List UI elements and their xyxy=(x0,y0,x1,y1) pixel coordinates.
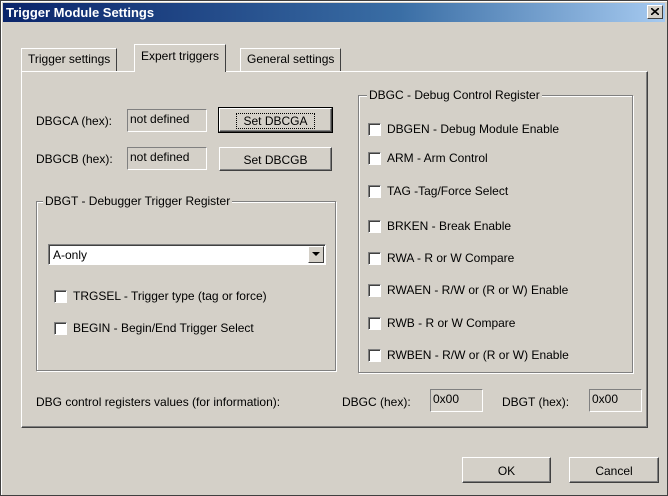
rwaen-label: RWAEN - R/W or (R or W) Enable xyxy=(387,283,569,297)
dropdown-button[interactable] xyxy=(308,246,324,263)
begin-label: BEGIN - Begin/End Trigger Select xyxy=(73,321,254,335)
dbgt-hex-value: 0x00 xyxy=(592,392,619,406)
dbgcb-value-field: not defined xyxy=(127,147,207,170)
rwb-checkbox[interactable] xyxy=(368,317,381,330)
rwben-label: RWBEN - R/W or (R or W) Enable xyxy=(387,348,569,362)
set-dbgcb-label: Set DBCGB xyxy=(243,153,308,167)
dbgc-hex-value: 0x00 xyxy=(433,392,460,406)
dbgt-groupbox xyxy=(36,201,336,371)
chevron-down-icon xyxy=(312,252,320,256)
tag-label: TAG -Tag/Force Select xyxy=(387,184,509,198)
brken-checkbox[interactable] xyxy=(368,220,381,233)
dbgcb-value: not defined xyxy=(130,150,190,164)
dialog-window: Trigger Module Settings Trigger settings… xyxy=(0,0,668,496)
tag-checkbox[interactable] xyxy=(368,185,381,198)
set-dbgca-button[interactable]: Set DBCGA xyxy=(218,107,333,133)
set-dbgca-label: Set DBCGA xyxy=(236,113,315,129)
dbgt-hex-label: DBGT (hex): xyxy=(502,395,570,409)
cancel-button[interactable]: Cancel xyxy=(569,457,659,483)
set-dbgcb-button[interactable]: Set DBCGB xyxy=(219,147,332,171)
rwb-label: RWB - R or W Compare xyxy=(387,316,516,330)
dbgc-hex-field: 0x00 xyxy=(430,389,483,412)
ok-label: OK xyxy=(497,464,516,478)
ok-button[interactable]: OK xyxy=(462,457,551,483)
dbgt-group-title: DBGT - Debugger Trigger Register xyxy=(43,194,233,208)
trgsel-checkbox[interactable] xyxy=(54,290,67,303)
trigger-mode-select[interactable]: A-only xyxy=(48,244,326,265)
dbgc-hex-label: DBGC (hex): xyxy=(342,395,411,409)
cancel-label: Cancel xyxy=(595,464,633,478)
dbgca-value-field: not defined xyxy=(127,109,207,132)
trigger-mode-value: A-only xyxy=(53,248,88,262)
dbgc-groupbox xyxy=(358,95,633,373)
brken-label: BRKEN - Break Enable xyxy=(387,219,512,233)
dbgen-label: DBGEN - Debug Module Enable xyxy=(387,122,560,136)
rwben-checkbox[interactable] xyxy=(368,349,381,362)
rwaen-checkbox[interactable] xyxy=(368,284,381,297)
dbgca-label: DBGCA (hex): xyxy=(36,114,113,128)
rwa-checkbox[interactable] xyxy=(368,252,381,265)
arm-checkbox[interactable] xyxy=(368,152,381,165)
dbgcb-label: DBGCB (hex): xyxy=(36,152,113,166)
rwa-label: RWA - R or W Compare xyxy=(387,251,515,265)
dbgen-checkbox[interactable] xyxy=(368,123,381,136)
trgsel-label: TRGSEL - Trigger type (tag or force) xyxy=(73,289,267,303)
info-label: DBG control registers values (for inform… xyxy=(36,395,281,409)
begin-checkbox[interactable] xyxy=(54,322,67,335)
arm-label: ARM - Arm Control xyxy=(387,151,488,165)
dbgc-group-title: DBGC - Debug Control Register xyxy=(367,88,542,102)
dbgt-hex-field: 0x00 xyxy=(589,389,642,412)
dbgca-value: not defined xyxy=(130,112,190,126)
